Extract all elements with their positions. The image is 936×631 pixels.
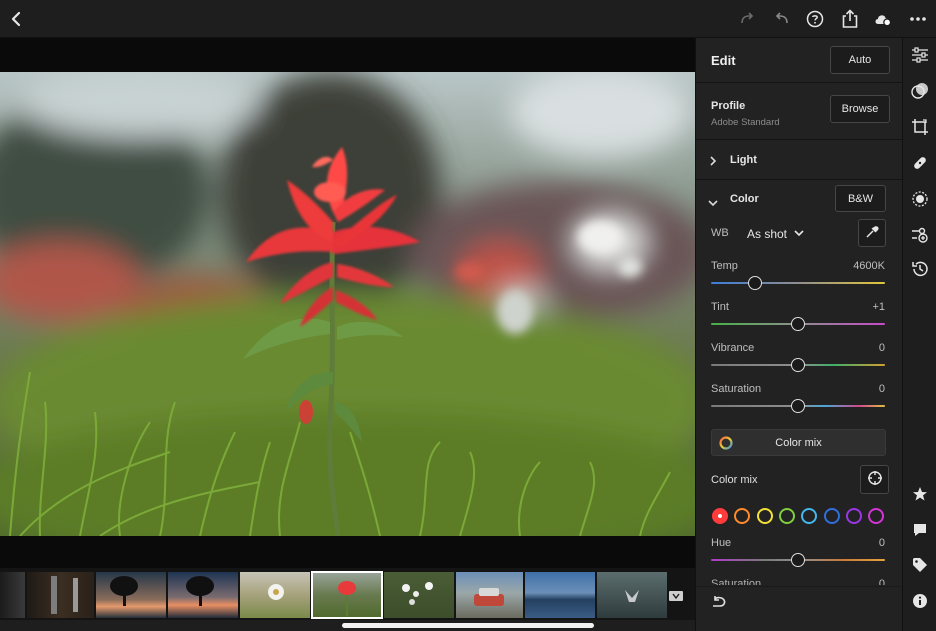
color-swatch[interactable] bbox=[778, 508, 795, 524]
thumbnail[interactable] bbox=[456, 572, 523, 618]
browse-button[interactable]: Browse bbox=[830, 95, 890, 123]
thumbnail[interactable] bbox=[27, 572, 94, 618]
eyedropper-button[interactable] bbox=[858, 219, 886, 247]
auto-button[interactable]: Auto bbox=[830, 46, 890, 74]
comment-icon[interactable] bbox=[910, 520, 930, 540]
panel-title: Edit bbox=[711, 53, 736, 68]
home-indicator bbox=[342, 623, 594, 628]
healing-icon[interactable] bbox=[910, 153, 930, 173]
photo-viewer[interactable] bbox=[0, 38, 695, 568]
profile-label: Profile bbox=[711, 100, 746, 112]
filmstrip-toggle-icon[interactable] bbox=[669, 590, 683, 602]
bw-button[interactable]: B&W bbox=[835, 185, 886, 212]
color-swatch[interactable] bbox=[845, 508, 862, 524]
share-icon[interactable] bbox=[840, 9, 860, 29]
chevron-down-icon bbox=[794, 226, 804, 240]
saturation-slider-knob[interactable] bbox=[791, 399, 805, 413]
color-wheel-icon bbox=[719, 436, 733, 453]
app-window: Edit Auto Profile Adobe Standard Browse … bbox=[0, 0, 936, 631]
temp-value: 4600K bbox=[853, 260, 885, 272]
masking-icon[interactable] bbox=[910, 189, 930, 209]
thumbnail[interactable] bbox=[384, 572, 454, 618]
color-mix-button[interactable]: Color mix bbox=[711, 429, 886, 456]
vibrance-slider-knob[interactable] bbox=[791, 358, 805, 372]
chevron-right-icon[interactable] bbox=[708, 154, 718, 166]
chevron-down-icon[interactable] bbox=[707, 195, 719, 207]
profile-value: Adobe Standard bbox=[711, 117, 780, 128]
help-icon[interactable] bbox=[805, 9, 825, 29]
tool-strip bbox=[902, 38, 936, 631]
color-saturation-label: Saturation bbox=[711, 578, 762, 585]
color-swatch[interactable] bbox=[756, 508, 773, 524]
history-icon[interactable] bbox=[910, 259, 930, 279]
tint-slider-knob[interactable] bbox=[791, 317, 805, 331]
more-icon[interactable] bbox=[908, 9, 928, 29]
selected-swatch-indicator bbox=[718, 514, 722, 518]
thumbnail[interactable] bbox=[597, 572, 667, 618]
filmstrip[interactable] bbox=[0, 568, 695, 620]
color-swatch[interactable] bbox=[868, 508, 885, 524]
redo-icon[interactable] bbox=[737, 9, 757, 29]
target-adjust-button[interactable] bbox=[860, 465, 889, 494]
wb-label: WB bbox=[711, 227, 729, 239]
tag-icon[interactable] bbox=[910, 555, 930, 575]
thumbnail[interactable] bbox=[525, 572, 595, 618]
saturation-value: 0 bbox=[878, 383, 885, 395]
saturation-label: Saturation bbox=[711, 383, 762, 395]
reset-icon[interactable] bbox=[710, 594, 728, 610]
color-swatch[interactable] bbox=[712, 508, 728, 524]
color-mix-button-label: Color mix bbox=[775, 436, 822, 449]
temp-slider[interactable] bbox=[711, 282, 885, 284]
light-section-header[interactable]: Light bbox=[730, 154, 757, 166]
color-section-header[interactable]: Color bbox=[730, 193, 759, 205]
hue-value: 0 bbox=[878, 537, 885, 549]
vibrance-value: 0 bbox=[878, 342, 885, 354]
eyedropper-icon bbox=[865, 225, 879, 242]
info-icon[interactable] bbox=[910, 591, 930, 611]
tint-label: Tint bbox=[711, 301, 729, 313]
temp-slider-knob[interactable] bbox=[747, 276, 762, 290]
thumbnail-selected[interactable] bbox=[311, 571, 383, 619]
hue-slider-knob[interactable] bbox=[791, 553, 805, 567]
presets-icon[interactable] bbox=[910, 81, 930, 101]
thumbnail[interactable] bbox=[96, 572, 166, 618]
chevron-left-icon[interactable] bbox=[6, 9, 26, 29]
sliders-icon[interactable] bbox=[910, 45, 930, 65]
color-saturation-value: 0 bbox=[878, 578, 885, 585]
versions-icon[interactable] bbox=[910, 225, 930, 245]
hue-label: Hue bbox=[711, 537, 732, 549]
thumbnail[interactable] bbox=[0, 572, 25, 618]
main-photo bbox=[0, 72, 695, 536]
wb-value: As shot bbox=[747, 227, 788, 241]
star-icon[interactable] bbox=[910, 484, 930, 504]
wb-dropdown[interactable]: As shot bbox=[747, 226, 804, 241]
edit-panel: Edit Auto Profile Adobe Standard Browse … bbox=[695, 38, 902, 631]
thumbnail[interactable] bbox=[240, 572, 310, 618]
tint-value: +1 bbox=[872, 301, 885, 313]
vibrance-label: Vibrance bbox=[711, 342, 755, 354]
color-mix-label: Color mix bbox=[711, 474, 758, 486]
color-swatch[interactable] bbox=[734, 508, 751, 524]
color-swatch[interactable] bbox=[823, 508, 840, 524]
undo-icon[interactable] bbox=[772, 9, 792, 29]
cloud-sync-icon[interactable] bbox=[873, 9, 893, 29]
top-toolbar bbox=[0, 0, 936, 38]
thumbnail[interactable] bbox=[168, 572, 238, 618]
color-swatch[interactable] bbox=[801, 508, 818, 524]
temp-label: Temp bbox=[711, 260, 738, 272]
crop-icon[interactable] bbox=[910, 117, 930, 137]
target-icon bbox=[867, 470, 883, 489]
